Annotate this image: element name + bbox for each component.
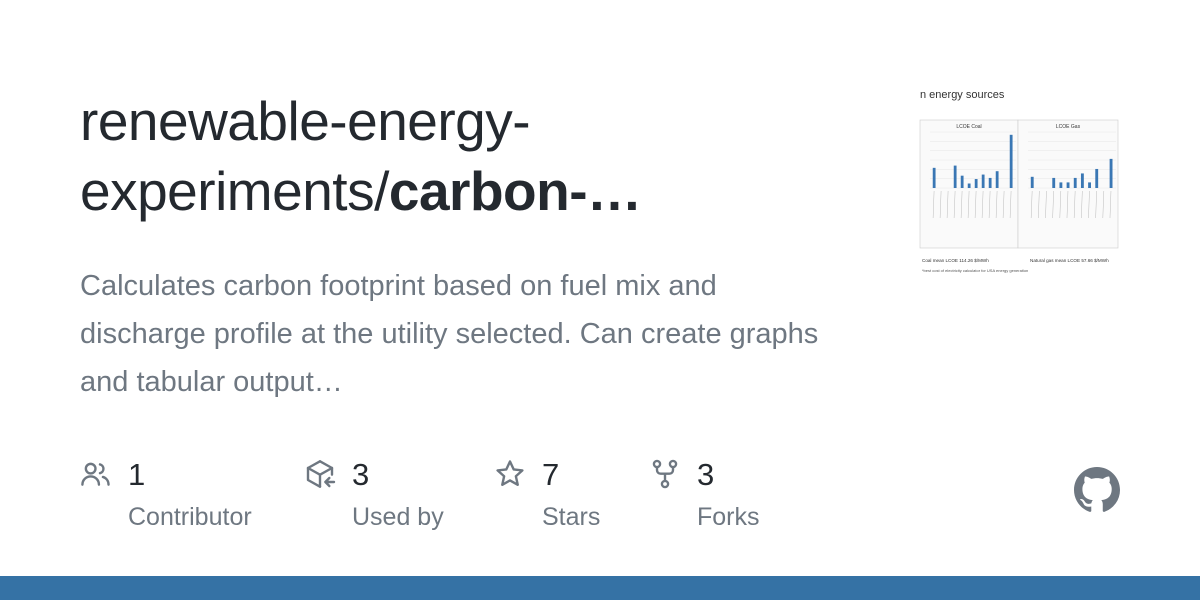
preview-caption-right: Natural gas mean LCOE 57.66 $/MWh	[1030, 258, 1109, 263]
stat-label: Stars	[542, 503, 601, 531]
preview-image: n energy sources LCOE Coal LCOE Gas Coal…	[919, 89, 1119, 273]
stat-forks[interactable]: 3 Forks	[649, 456, 779, 536]
repo-name: carbon-…	[388, 160, 642, 222]
repo-title: renewable-energy-experiments/carbon-…	[80, 86, 820, 226]
preview-left-bar-5	[967, 183, 971, 188]
preview-right-bar-4	[1059, 182, 1063, 188]
preview-right-bar-5	[1066, 182, 1070, 188]
stat-value: 1	[128, 457, 146, 492]
preview-left-bar-8	[988, 177, 992, 188]
preview-left-title: LCOE Coal	[956, 124, 981, 130]
github-logo-icon[interactable]	[1074, 467, 1120, 513]
stat-value: 3	[352, 457, 370, 492]
preview-left-bar-11	[1009, 134, 1013, 188]
preview-right-title: LCOE Gas	[1056, 124, 1081, 130]
stat-label: Used by	[352, 503, 444, 531]
star-icon	[496, 460, 524, 486]
preview-right-bar-11	[1109, 158, 1113, 188]
preview-caption-left: Coal mean LCOE 114.26 $/MWh	[922, 258, 989, 263]
preview-right-bar-7	[1080, 173, 1084, 188]
stat-label: Forks	[697, 503, 760, 531]
stat-value: 3	[697, 457, 715, 492]
stat-stars[interactable]: 7 Stars	[494, 456, 624, 536]
stat-contributors[interactable]: 1 Contributor	[80, 456, 270, 536]
preview-left-bar-7	[981, 174, 985, 188]
package-dependents-icon	[306, 460, 336, 488]
people-icon	[81, 462, 110, 486]
repo-description: Calculates carbon footprint based on fue…	[80, 270, 819, 398]
stat-used-by[interactable]: 3 Used by	[304, 456, 484, 536]
stat-label: Contributor	[128, 503, 252, 531]
preview-panel-left: LCOE Coal	[919, 119, 1019, 249]
preview-left-bar-4	[960, 175, 964, 188]
preview-right-bar-8	[1088, 182, 1091, 188]
preview-right-bar-6	[1073, 177, 1077, 188]
preview-panel-right: LCOE Gas	[1017, 119, 1119, 249]
language-color-bar	[0, 576, 1200, 600]
repo-forked-icon	[652, 459, 678, 489]
preview-left-bar-9	[995, 171, 999, 188]
stat-value: 7	[542, 457, 560, 492]
preview-left-bar-6	[974, 179, 978, 188]
preview-left-bar-3	[953, 165, 957, 188]
preview-footnote: *best cost of electricity calculator for…	[922, 268, 1028, 273]
preview-heading: n energy sources	[920, 89, 1005, 101]
preview-right-bar-3	[1052, 177, 1056, 188]
preview-right-bar-9	[1095, 168, 1099, 188]
preview-right-bar-0	[1030, 176, 1034, 188]
preview-left-bar-0	[932, 167, 936, 188]
